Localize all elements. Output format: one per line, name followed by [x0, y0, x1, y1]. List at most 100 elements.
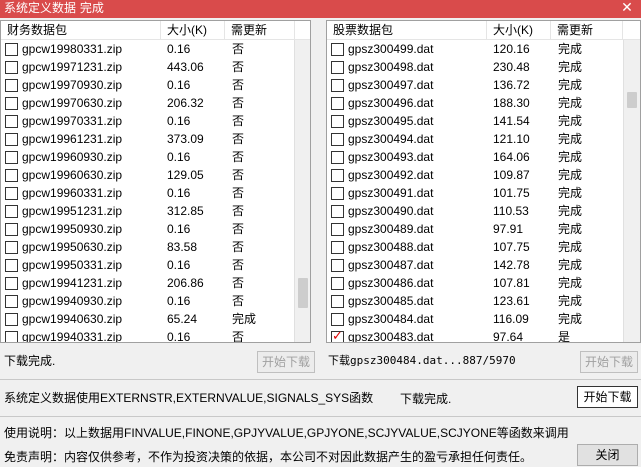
row-checkbox[interactable] [331, 313, 344, 326]
list-item[interactable]: gpsz300498.dat 230.48 完成 [327, 58, 640, 76]
list-item[interactable]: gpsz300494.dat 121.10 完成 [327, 130, 640, 148]
list-item[interactable]: gpsz300499.dat 120.16 完成 [327, 40, 640, 58]
title-bar: 系统定义数据 完成 ✕ [0, 0, 641, 18]
row-checkbox[interactable] [5, 277, 18, 290]
row-checkbox[interactable] [5, 43, 18, 56]
list-item[interactable]: gpcw19980331.zip 0.16 否 [1, 40, 310, 58]
update-status: 完成 [558, 204, 583, 218]
list-item[interactable]: gpcw19960630.zip 129.05 否 [1, 166, 310, 184]
package-size: 0.16 [167, 42, 191, 56]
row-checkbox[interactable] [5, 205, 18, 218]
list-item[interactable]: gpcw19960331.zip 0.16 否 [1, 184, 310, 202]
list-item[interactable]: gpsz300491.dat 101.75 完成 [327, 184, 640, 202]
column-header-update[interactable]: 需更新 [225, 21, 295, 40]
stock-start-download-button[interactable]: 开始下载 [580, 351, 638, 373]
update-status: 是 [558, 330, 571, 343]
row-checkbox[interactable] [5, 313, 18, 326]
update-status: 否 [232, 78, 245, 92]
list-item[interactable]: gpsz300483.dat 97.64 是 [327, 328, 640, 343]
row-checkbox[interactable] [5, 187, 18, 200]
list-item[interactable]: gpsz300486.dat 107.81 完成 [327, 274, 640, 292]
list-item[interactable]: gpsz300487.dat 142.78 完成 [327, 256, 640, 274]
scrollbar-thumb[interactable] [627, 92, 637, 108]
package-size: 107.81 [493, 276, 530, 290]
row-checkbox[interactable] [5, 331, 18, 342]
update-status: 否 [232, 222, 245, 236]
row-checkbox[interactable] [5, 79, 18, 92]
row-checkbox[interactable] [331, 43, 344, 56]
column-header-update[interactable]: 需更新 [551, 21, 623, 40]
package-size: 0.16 [167, 222, 191, 236]
list-item[interactable]: gpcw19940331.zip 0.16 否 [1, 328, 310, 342]
list-item[interactable]: gpsz300484.dat 116.09 完成 [327, 310, 640, 328]
list-item[interactable]: gpsz300489.dat 97.91 完成 [327, 220, 640, 238]
package-name: gpsz300495.dat [348, 114, 434, 128]
list-item[interactable]: gpcw19960930.zip 0.16 否 [1, 148, 310, 166]
package-name: gpsz300494.dat [348, 132, 434, 146]
row-checkbox[interactable] [5, 223, 18, 236]
close-icon[interactable]: ✕ [613, 0, 641, 18]
list-item[interactable]: gpcw19950630.zip 83.58 否 [1, 238, 310, 256]
row-checkbox[interactable] [5, 295, 18, 308]
column-header-package[interactable]: 股票数据包 [327, 21, 487, 40]
row-checkbox[interactable] [5, 61, 18, 74]
financial-scrollbar[interactable] [294, 40, 310, 342]
row-checkbox[interactable] [331, 223, 344, 236]
list-item[interactable]: gpsz300495.dat 141.54 完成 [327, 112, 640, 130]
row-checkbox[interactable] [331, 241, 344, 254]
list-item[interactable]: gpcw19940930.zip 0.16 否 [1, 292, 310, 310]
column-header-size[interactable]: 大小(K) [161, 21, 225, 40]
list-item[interactable]: gpcw19970930.zip 0.16 否 [1, 76, 310, 94]
package-size: 0.16 [167, 258, 191, 272]
close-button[interactable]: 关闭 [577, 444, 638, 466]
list-item[interactable]: gpcw19970630.zip 206.32 否 [1, 94, 310, 112]
list-item[interactable]: gpcw19961231.zip 373.09 否 [1, 130, 310, 148]
column-header-package[interactable]: 财务数据包 [1, 21, 161, 40]
row-checkbox[interactable] [331, 151, 344, 164]
row-checkbox[interactable] [331, 259, 344, 272]
list-item[interactable]: gpcw19950331.zip 0.16 否 [1, 256, 310, 274]
row-checkbox[interactable] [331, 133, 344, 146]
row-checkbox[interactable] [5, 97, 18, 110]
row-checkbox[interactable] [331, 79, 344, 92]
list-item[interactable]: gpcw19941231.zip 206.86 否 [1, 274, 310, 292]
system-start-download-button[interactable]: 开始下载 [577, 386, 638, 408]
stock-data-list[interactable]: 股票数据包 大小(K) 需更新 gpsz300499.dat 120.16 完成 gp… [326, 20, 641, 343]
update-status: 完成 [558, 114, 583, 128]
list-item[interactable]: gpcw19940630.zip 65.24 完成 [1, 310, 310, 328]
list-item[interactable]: gpsz300497.dat 136.72 完成 [327, 76, 640, 94]
row-checkbox[interactable] [5, 151, 18, 164]
row-checkbox[interactable] [331, 277, 344, 290]
row-checkbox[interactable] [331, 115, 344, 128]
row-checkbox[interactable] [331, 205, 344, 218]
list-item[interactable]: gpcw19970331.zip 0.16 否 [1, 112, 310, 130]
package-name: gpcw19961231.zip [22, 132, 123, 146]
row-checkbox[interactable] [331, 187, 344, 200]
update-status: 完成 [558, 96, 583, 110]
row-checkbox[interactable] [5, 169, 18, 182]
list-item[interactable]: gpcw19950930.zip 0.16 否 [1, 220, 310, 238]
stock-rows: gpsz300499.dat 120.16 完成 gpsz300498.dat 230.… [327, 40, 640, 343]
list-item[interactable]: gpsz300492.dat 109.87 完成 [327, 166, 640, 184]
row-checkbox[interactable] [331, 328, 344, 342]
row-checkbox[interactable] [5, 259, 18, 272]
financial-data-list[interactable]: 财务数据包 大小(K) 需更新 gpcw19980331.zip 0.16 否 gpc… [0, 20, 311, 343]
stock-scrollbar[interactable] [623, 40, 640, 342]
list-item[interactable]: gpsz300496.dat 188.30 完成 [327, 94, 640, 112]
scrollbar-thumb[interactable] [298, 278, 308, 308]
row-checkbox[interactable] [5, 241, 18, 254]
list-item[interactable]: gpsz300485.dat 123.61 完成 [327, 292, 640, 310]
list-item[interactable]: gpsz300488.dat 107.75 完成 [327, 238, 640, 256]
row-checkbox[interactable] [331, 61, 344, 74]
row-checkbox[interactable] [331, 97, 344, 110]
row-checkbox[interactable] [5, 115, 18, 128]
column-header-size[interactable]: 大小(K) [487, 21, 551, 40]
list-item[interactable]: gpsz300490.dat 110.53 完成 [327, 202, 640, 220]
list-item[interactable]: gpcw19951231.zip 312.85 否 [1, 202, 310, 220]
row-checkbox[interactable] [331, 169, 344, 182]
row-checkbox[interactable] [5, 133, 18, 146]
list-item[interactable]: gpcw19971231.zip 443.06 否 [1, 58, 310, 76]
list-item[interactable]: gpsz300493.dat 164.06 完成 [327, 148, 640, 166]
financial-start-download-button[interactable]: 开始下载 [257, 351, 315, 373]
row-checkbox[interactable] [331, 295, 344, 308]
